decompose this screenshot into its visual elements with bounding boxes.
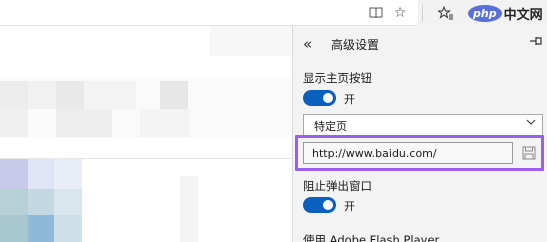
- blurred-block: [210, 26, 292, 56]
- blurred-block: [28, 81, 56, 109]
- blurred-block: [54, 215, 82, 242]
- blurred-block: [56, 81, 84, 109]
- favorites-icon[interactable]: [436, 3, 456, 23]
- blurred-block: [0, 189, 28, 215]
- advanced-settings-panel: « 高级设置 显示主页按钮 开 特定页 阻止弹出窗口 开 使用 Adobe Fl…: [292, 26, 547, 242]
- popup-blocker-label: 阻止弹出窗口: [303, 179, 372, 193]
- panel-title: 高级设置: [331, 38, 380, 52]
- blurred-block: [28, 215, 54, 242]
- blurred-block: [56, 109, 112, 137]
- favorites-icon-glyph: [438, 6, 453, 20]
- home-url-input[interactable]: [303, 142, 513, 164]
- watermark-text: 中文网: [503, 7, 543, 23]
- blurred-block: [0, 215, 28, 242]
- blurred-block: [28, 159, 54, 189]
- blurred-block: [84, 81, 136, 109]
- reading-view-icon[interactable]: [366, 3, 386, 23]
- save-icon-glyph: [522, 146, 536, 160]
- save-icon[interactable]: [522, 145, 536, 160]
- toolbar-divider: [422, 5, 423, 21]
- blurred-block: [0, 159, 28, 189]
- home-page-select[interactable]: 特定页: [303, 114, 543, 136]
- blurred-block: [140, 109, 190, 137]
- blurred-block: [0, 81, 28, 109]
- home-page-select-value: 特定页: [314, 120, 347, 133]
- home-button-label: 显示主页按钮: [303, 71, 372, 85]
- blurred-block: [0, 109, 28, 137]
- popup-blocker-toggle[interactable]: [303, 197, 336, 213]
- php-watermark: php 中文网: [468, 1, 543, 25]
- page-content: [0, 26, 292, 242]
- blurred-block: [180, 176, 198, 242]
- blurred-block: [54, 189, 82, 215]
- chevron-down-icon-glyph: [526, 119, 536, 125]
- star-icon[interactable]: ☆: [390, 3, 410, 23]
- toggle-knob: [323, 200, 333, 210]
- blurred-block: [28, 189, 54, 215]
- flash-player-label: 使用 Adobe Flash Player: [303, 233, 440, 242]
- pin-icon[interactable]: [529, 34, 545, 54]
- address-bar[interactable]: [0, 0, 418, 26]
- double-chevron-left-icon[interactable]: «: [303, 34, 319, 54]
- chevron-down-icon: [526, 118, 536, 129]
- pin-icon-glyph: [530, 37, 542, 45]
- browser-toolbar: ☆ php 中文网: [0, 0, 547, 26]
- blurred-block: [54, 159, 82, 189]
- home-button-toggle[interactable]: [303, 90, 336, 106]
- toggle-knob: [323, 93, 333, 103]
- php-logo: php: [468, 4, 502, 22]
- blurred-block: [160, 81, 188, 109]
- reading-view-icon-glyph: [369, 7, 383, 19]
- panel-header: « 高级设置: [293, 26, 547, 66]
- popup-blocker-toggle-state: 开: [344, 200, 355, 213]
- home-button-toggle-state: 开: [344, 93, 355, 106]
